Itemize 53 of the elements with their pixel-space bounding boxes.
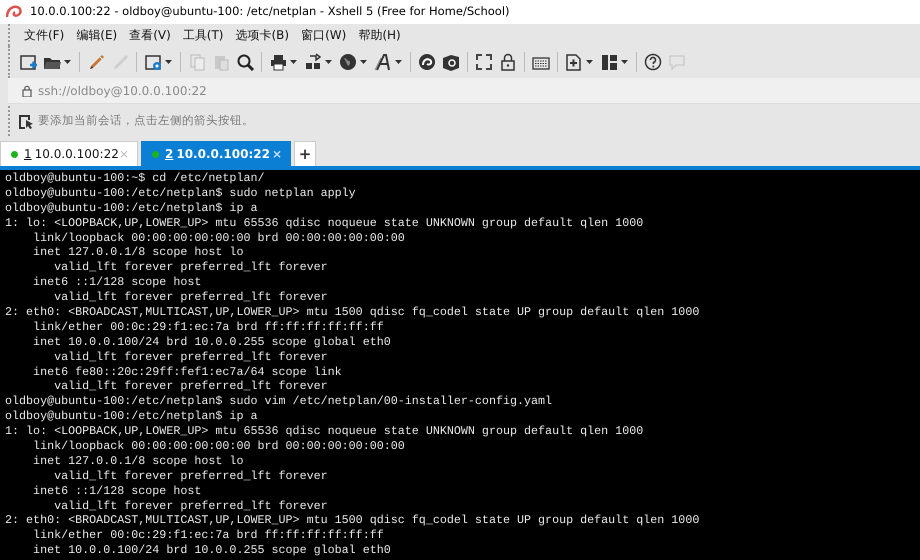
terminal-line: valid_lft forever preferred_lft forever xyxy=(53,290,328,306)
terminal-line: inet6 ::1/128 scope host xyxy=(32,275,202,290)
menu-item[interactable]: 窗口(W) xyxy=(295,26,352,44)
caret-icon[interactable] xyxy=(586,60,593,64)
caret-icon[interactable] xyxy=(360,60,367,64)
lock-icon xyxy=(22,84,32,96)
terminal-line: inet 10.0.0.100/24 brd 10.0.0.255 scope global eth0 xyxy=(32,334,391,350)
terminal-line: 2: eth0: <BROADCAST,MULTICAST,UP,LOWER_UP> mtu 1500 qdisc fq_codel state UP group default qlen 1000 xyxy=(5,305,700,320)
terminal-line: 1: lo: <LOOPBACK,UP,LOWER_UP> mtu 65536 qdisc noqueue state UNKNOWN group default qlen 1000 xyxy=(5,424,644,440)
caret-icon[interactable] xyxy=(165,60,172,64)
terminal-line: inet6 ::1/128 scope host xyxy=(32,484,202,499)
add-tab-button[interactable]: + xyxy=(294,141,316,166)
tab-number: 2 xyxy=(165,146,174,163)
tab-number: 1 xyxy=(24,146,32,163)
caret-icon[interactable] xyxy=(395,60,402,64)
caret-icon[interactable] xyxy=(325,60,332,64)
session-hint: 要添加当前会话，点击左侧的箭头按钮。 xyxy=(38,112,254,130)
terminal-line: link/ether 00:0c:29:f1:ec:7a brd ff:ff:ff:ff:ff:ff xyxy=(32,528,384,544)
terminal-line: valid_lft forever preferred_lft forever xyxy=(53,498,328,514)
terminal-line: oldboy@ubuntu-100:/etc/netplan$ sudo netplan apply xyxy=(5,186,356,201)
session-tab[interactable]: 1 10.0.0.100:22× xyxy=(0,141,138,166)
menu-item[interactable]: 选项卡(B) xyxy=(230,26,296,44)
menu-item[interactable]: 编辑(E) xyxy=(70,26,124,44)
terminal-line: link/ether 00:0c:29:f1:ec:7a brd ff:ff:ff:ff:ff:ff xyxy=(32,320,384,335)
shell-logo-icon xyxy=(6,5,22,19)
terminal-line: link/loopback 00:00:00:00:00:00 brd 00:00:00:00:00:00 xyxy=(32,230,405,246)
caret-icon[interactable] xyxy=(290,60,297,64)
terminal-line: 2: eth0: <BROADCAST,MULTICAST,UP,LOWER_UP> mtu 1500 qdisc fq_codel state UP group default qlen 1000 xyxy=(5,513,700,528)
menu-item[interactable]: 工具(T) xyxy=(176,26,230,44)
terminal-line: inet6 fe80::20c:29ff:fef1:ec7a/64 scope link xyxy=(32,364,342,380)
terminal-line: oldboy@ubuntu-100:/etc/netplan$ ip a xyxy=(5,200,258,216)
menu-item[interactable]: 文件(F) xyxy=(18,26,70,44)
terminal-line: 1: lo: <LOOPBACK,UP,LOWER_UP> mtu 65536 qdisc noqueue state UNKNOWN group default qlen 1000 xyxy=(5,216,644,231)
menu-item[interactable]: 帮助(H) xyxy=(352,26,407,44)
terminal-line: inet 127.0.0.1/8 scope host lo xyxy=(32,245,244,260)
caret-icon[interactable] xyxy=(64,60,71,64)
terminal-line: oldboy@ubuntu-100:/etc/netplan$ sudo vim /etc/netplan/00-installer-config.yaml xyxy=(5,394,552,410)
session-tab[interactable]: 2 10.0.0.100:22 × xyxy=(141,141,291,166)
menu-item[interactable]: 查看(V) xyxy=(123,26,177,44)
terminal-line: valid_lft forever preferred_lft forever xyxy=(53,468,328,484)
terminal-line: inet 10.0.0.100/24 brd 10.0.0.255 scope global eth0 xyxy=(32,543,391,558)
tab-label: 10.0.0.100:22 xyxy=(34,146,119,163)
terminal-line: oldboy@ubuntu-100:/etc/netplan$ ip a xyxy=(5,409,258,424)
terminal-line: valid_lft forever preferred_lft forever xyxy=(53,350,328,365)
window-title: 10.0.0.100:22 - oldboy@ubuntu-100: /etc/netplan - Xshell 5 (Free for Home/School) xyxy=(30,3,510,20)
terminal-line: valid_lft forever preferred_lft forever xyxy=(53,379,328,394)
terminal-line: valid_lft forever preferred_lft forever xyxy=(53,260,328,276)
terminal-line: oldboy@ubuntu-100:~$ cd /etc/netplan/ xyxy=(5,171,265,186)
terminal-line: link/loopback 00:00:00:00:00:00 brd 00:00:00:00:00:00 xyxy=(32,439,405,454)
tab-label: 10.0.0.100:22 xyxy=(176,146,270,163)
terminal-line: inet 127.0.0.1/8 scope host lo xyxy=(32,454,244,469)
add-session-arrow-icon[interactable] xyxy=(18,113,34,129)
caret-icon[interactable] xyxy=(621,60,628,64)
